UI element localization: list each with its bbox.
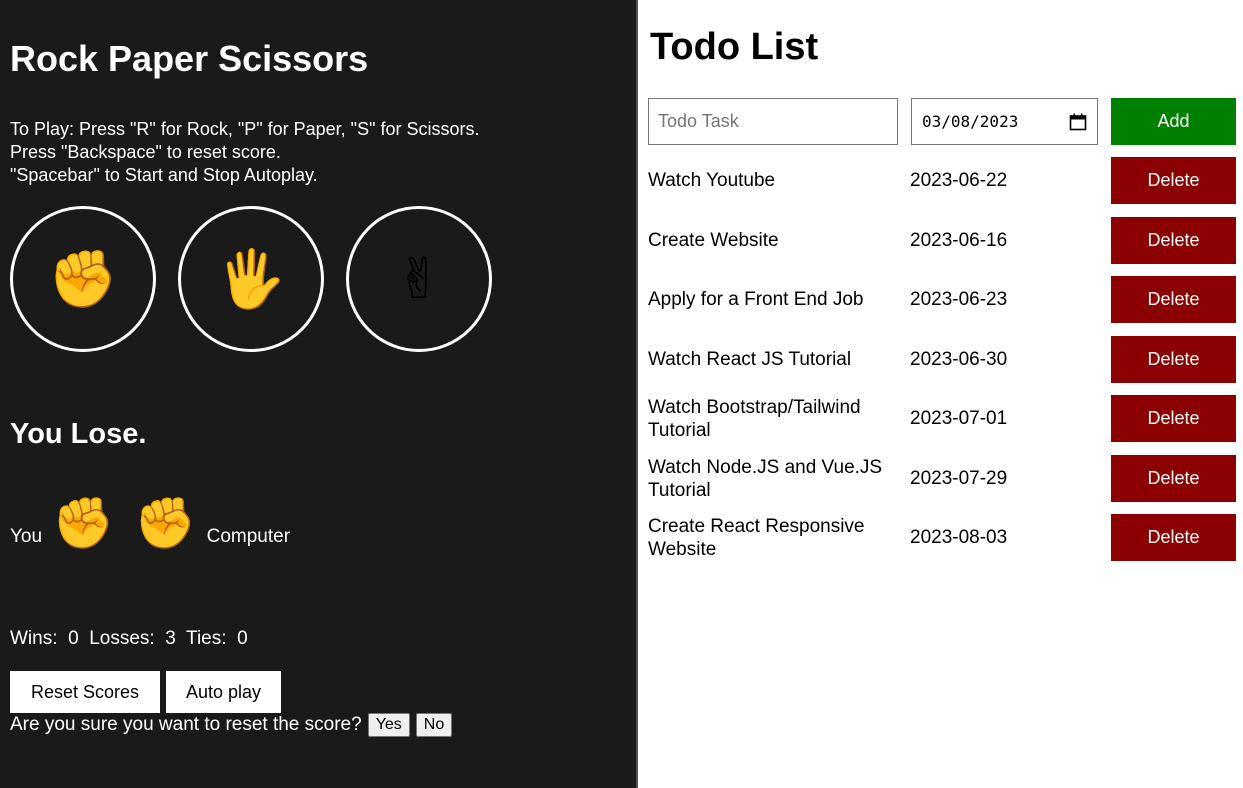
wins-label: Wins: xyxy=(10,628,58,649)
todo-item-date: 2023-06-22 xyxy=(910,169,1008,191)
player-move-icon: ✊ xyxy=(52,494,115,552)
paper-icon: 🖐 xyxy=(216,247,286,312)
rps-title: Rock Paper Scissors xyxy=(10,38,369,79)
ties-label: Ties: xyxy=(186,628,227,649)
losses-count: 3 xyxy=(165,628,176,649)
todo-item: Watch Youtube 2023-06-22 Delete xyxy=(648,157,1238,204)
todo-item: Create React Responsive Website 2023-08-0… xyxy=(648,514,1238,561)
autoplay-button[interactable]: Auto play xyxy=(166,671,281,713)
computer-label: Computer xyxy=(206,526,291,547)
delete-todo-button[interactable]: Delete xyxy=(1111,395,1236,442)
todo-item-date: 2023-07-29 xyxy=(910,467,1008,489)
calendar-icon[interactable] xyxy=(1069,113,1087,131)
you-label: You xyxy=(10,526,43,547)
todo-item-date: 2023-06-30 xyxy=(910,348,1008,370)
todo-task-input[interactable] xyxy=(648,98,898,145)
todo-title: Todo List xyxy=(650,26,819,68)
reset-scores-button[interactable]: Reset Scores xyxy=(10,671,160,713)
ties-count: 0 xyxy=(237,628,248,649)
scissors-icon: ✌ xyxy=(395,246,443,312)
add-todo-button[interactable]: Add xyxy=(1111,98,1236,145)
delete-todo-button[interactable]: Delete xyxy=(1111,276,1236,323)
todo-date-input[interactable]: 03/08/2023 xyxy=(911,98,1098,145)
delete-todo-button[interactable]: Delete xyxy=(1111,157,1236,204)
moves-display: You ✊ ✊ Computer xyxy=(10,496,290,550)
rock-icon: ✊ xyxy=(48,247,118,312)
todo-panel: Todo List 03/08/2023 Add Watch Youtube 20… xyxy=(638,0,1243,788)
instruction-line: "Spacebar" to Start and Stop Autoplay. xyxy=(10,165,318,185)
todo-item-name: Create Website xyxy=(648,230,779,251)
computer-move-icon: ✊ xyxy=(134,494,197,552)
todo-item-date: 2023-07-01 xyxy=(910,407,1008,429)
scissors-button[interactable]: ✌ xyxy=(346,206,492,352)
delete-todo-button[interactable]: Delete xyxy=(1111,336,1236,383)
delete-todo-button[interactable]: Delete xyxy=(1111,217,1236,264)
todo-item-name: Watch Bootstrap/Tailwind Tutorial xyxy=(648,396,861,441)
reset-confirmation: Are you sure you want to reset the score… xyxy=(10,713,453,737)
confirm-yes-button[interactable]: Yes xyxy=(367,713,410,737)
todo-item: Watch React JS Tutorial 2023-06-30 Delete xyxy=(648,336,1238,383)
todo-item: Apply for a Front End Job 2023-06-23 Delet… xyxy=(648,276,1238,323)
todo-item-name: Watch React JS Tutorial xyxy=(648,349,852,370)
paper-button[interactable]: 🖐 xyxy=(178,206,324,352)
page: Rock Paper Scissors To Play: Press "R" f… xyxy=(0,0,1243,788)
confirm-no-button[interactable]: No xyxy=(415,713,453,737)
date-value: 03/08/2023 xyxy=(922,112,1019,131)
rock-button[interactable]: ✊ xyxy=(10,206,156,352)
instruction-line: To Play: Press "R" for Rock, "P" for Pap… xyxy=(10,119,480,139)
todo-item-name: Create React Responsive Website xyxy=(648,515,865,560)
rps-instructions: To Play: Press "R" for Rock, "P" for Pap… xyxy=(10,118,479,187)
wins-count: 0 xyxy=(68,628,79,649)
todo-item-name: Watch Node.JS and Vue.JS Tutorial xyxy=(648,456,883,501)
losses-label: Losses: xyxy=(89,628,155,649)
todo-item-date: 2023-06-16 xyxy=(910,229,1008,251)
delete-todo-button[interactable]: Delete xyxy=(1111,514,1236,561)
instruction-line: Press "Backspace" to reset score. xyxy=(10,142,281,162)
todo-item-name: Watch Youtube xyxy=(648,170,776,191)
todo-item-date: 2023-06-23 xyxy=(910,288,1008,310)
todo-item: Create Website 2023-06-16 Delete xyxy=(648,217,1238,264)
todo-item: Watch Bootstrap/Tailwind Tutorial 2023-07… xyxy=(648,395,1238,442)
todo-item-date: 2023-08-03 xyxy=(910,526,1008,548)
score-display: Wins: 0 Losses: 3 Ties: 0 xyxy=(10,628,248,650)
result-text: You Lose. xyxy=(10,418,147,450)
delete-todo-button[interactable]: Delete xyxy=(1111,455,1236,502)
confirm-text: Are you sure you want to reset the score… xyxy=(10,714,362,735)
todo-item: Watch Node.JS and Vue.JS Tutorial 2023-07… xyxy=(648,455,1238,502)
rps-panel: Rock Paper Scissors To Play: Press "R" f… xyxy=(0,0,638,788)
todo-item-name: Apply for a Front End Job xyxy=(648,289,864,310)
